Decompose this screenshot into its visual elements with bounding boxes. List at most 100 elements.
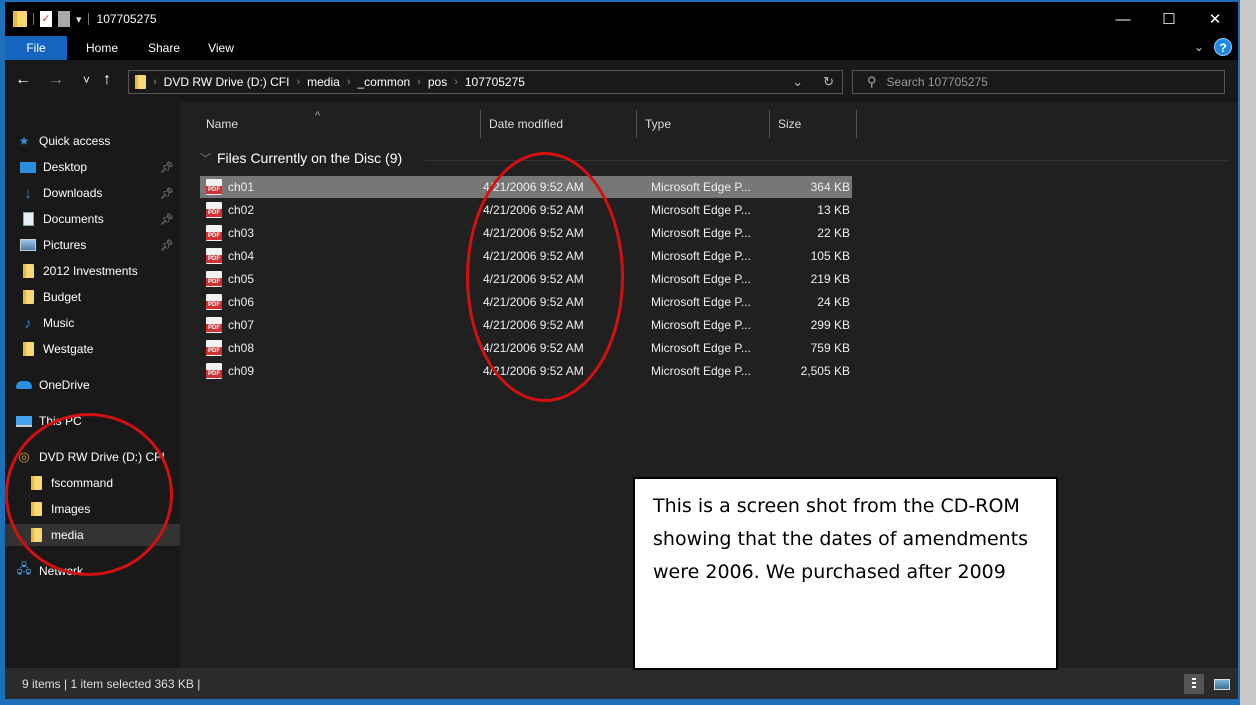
close-button[interactable]: ✕ (1192, 2, 1238, 36)
sidebar-dvd-drive[interactable]: ◎ DVD RW Drive (D:) CFI (5, 446, 180, 468)
column-divider[interactable] (856, 110, 857, 138)
file-name: ch05 (228, 272, 255, 286)
pin-icon[interactable]: 📌︎ (160, 161, 174, 174)
column-header-size[interactable]: Size (772, 110, 857, 138)
status-text: 9 items | 1 item selected 363 KB | (22, 677, 201, 691)
sidebar-item-documents[interactable]: Documents 📌︎ (5, 208, 180, 230)
tab-share[interactable]: Share (139, 36, 189, 60)
sidebar-network[interactable]: 🖧︎ Network (5, 560, 180, 582)
file-row[interactable]: PDF ch06 4/21/2006 9:52 AM Microsoft Edge P… (200, 291, 852, 313)
pdf-file-icon: PDF (206, 179, 222, 195)
large-icons-view-button[interactable] (1212, 674, 1232, 694)
sidebar-item-budget[interactable]: Budget (5, 286, 180, 308)
sidebar-item-downloads[interactable]: ↓ Downloads 📌︎ (5, 182, 180, 204)
address-dropdown-icon[interactable]: ⌄ (792, 74, 803, 90)
chevron-right-icon[interactable]: › (454, 76, 458, 88)
new-folder-icon[interactable] (58, 11, 70, 27)
sidebar-item-music[interactable]: ♪ Music (5, 312, 180, 334)
refresh-icon[interactable]: ↻ (823, 74, 834, 90)
breadcrumb-drive[interactable]: DVD RW Drive (D:) CFI (164, 75, 290, 89)
file-type: Microsoft Edge P... (651, 226, 751, 240)
column-header-name[interactable]: Name ^ (200, 110, 484, 138)
file-size: 299 KB (810, 318, 850, 332)
search-input[interactable]: Search 107705275 (887, 75, 988, 89)
sidebar-item-pictures[interactable]: Pictures 📌︎ (5, 234, 180, 256)
pin-icon[interactable]: 📌︎ (160, 213, 174, 226)
file-name-cell: PDF ch05 (206, 271, 254, 287)
up-button[interactable]: ↑ (103, 72, 111, 88)
sidebar-this-pc[interactable]: This PC (5, 410, 180, 432)
status-bar: 9 items | 1 item selected 363 KB | (5, 668, 1238, 705)
group-header[interactable]: ﹀ Files Currently on the Disc (9) (200, 150, 402, 166)
back-button[interactable]: ← (15, 72, 31, 88)
help-icon[interactable]: ? (1214, 38, 1232, 56)
column-divider[interactable] (480, 110, 481, 138)
customize-toolbar-dropdown-icon[interactable]: ▾ (76, 13, 82, 26)
details-view-icon (1192, 678, 1196, 690)
sidebar-quick-access[interactable]: ★ Quick access (5, 130, 180, 152)
forward-button[interactable]: → (48, 72, 64, 88)
sidebar-item-desktop[interactable]: Desktop 📌︎ (5, 156, 180, 178)
pin-icon[interactable]: 📌︎ (160, 187, 174, 200)
address-bar[interactable]: › DVD RW Drive (D:) CFI › media › _commo… (128, 70, 843, 94)
file-row[interactable]: PDF ch07 4/21/2006 9:52 AM Microsoft Edge P… (200, 314, 852, 336)
file-row[interactable]: PDF ch02 4/21/2006 9:52 AM Microsoft Edge P… (200, 199, 852, 221)
sidebar-item-westgate[interactable]: Westgate (5, 338, 180, 360)
tab-file[interactable]: File (5, 36, 67, 60)
maximize-button[interactable]: ☐ (1146, 2, 1192, 36)
pdf-file-icon: PDF (206, 363, 222, 379)
file-row[interactable]: PDF ch08 4/21/2006 9:52 AM Microsoft Edge P… (200, 337, 852, 359)
file-row[interactable]: PDF ch05 4/21/2006 9:52 AM Microsoft Edge P… (200, 268, 852, 290)
chevron-right-icon[interactable]: › (347, 76, 351, 88)
column-divider[interactable] (769, 110, 770, 138)
sidebar-item-label: Westgate (43, 342, 94, 356)
chevron-right-icon[interactable]: › (417, 76, 421, 88)
column-header-date[interactable]: Date modified (483, 110, 633, 138)
pdf-file-icon: PDF (206, 248, 222, 264)
file-row[interactable]: PDF ch04 4/21/2006 9:52 AM Microsoft Edge P… (200, 245, 852, 267)
minimize-button[interactable]: — (1100, 2, 1146, 36)
breadcrumb-common[interactable]: _common (357, 75, 410, 89)
large-icons-view-icon (1214, 678, 1230, 690)
chevron-right-icon[interactable]: › (153, 76, 157, 88)
file-name-cell: PDF ch03 (206, 225, 254, 241)
file-name: ch01 (228, 180, 255, 194)
breadcrumb-current[interactable]: 107705275 (465, 75, 525, 89)
desktop-icon (19, 161, 37, 173)
file-row[interactable]: PDF ch01 4/21/2006 9:52 AM Microsoft Edge P… (200, 176, 852, 198)
sidebar-item-label: Quick access (39, 134, 111, 148)
folder-icon (13, 11, 27, 27)
sidebar-item-label: Pictures (43, 238, 87, 252)
sidebar-item-images[interactable]: Images (5, 498, 180, 520)
sidebar-onedrive[interactable]: OneDrive (5, 374, 180, 396)
sidebar-item-fscommand[interactable]: fscommand (5, 472, 180, 494)
file-date: 4/21/2006 9:52 AM (483, 364, 584, 378)
column-divider[interactable] (636, 110, 637, 138)
sidebar-item-label: Network (39, 564, 84, 578)
sidebar-item-media[interactable]: media (5, 524, 180, 546)
pdf-file-icon: PDF (206, 225, 222, 241)
file-row[interactable]: PDF ch09 4/21/2006 9:52 AM Microsoft Edge P… (200, 360, 852, 382)
sidebar-item-2012-investments[interactable]: 2012 Investments (5, 260, 180, 282)
file-row[interactable]: PDF ch03 4/21/2006 9:52 AM Microsoft Edge P… (200, 222, 852, 244)
ribbon-controls: ⌄ ? (1194, 38, 1232, 56)
tab-home[interactable]: Home (77, 36, 127, 60)
collapse-chevron-icon[interactable]: ﹀ (200, 150, 211, 166)
file-date: 4/21/2006 9:52 AM (483, 341, 584, 355)
chevron-right-icon[interactable]: › (296, 76, 300, 88)
expand-ribbon-icon[interactable]: ⌄ (1194, 40, 1204, 54)
pin-icon[interactable]: 📌︎ (160, 239, 174, 252)
properties-icon[interactable]: ✓ (40, 11, 52, 27)
star-icon: ★ (18, 134, 30, 148)
recent-locations-button[interactable]: ˅ (83, 72, 90, 88)
tab-view[interactable]: View (199, 36, 243, 60)
search-box[interactable]: ⚲ Search 107705275 (852, 70, 1225, 94)
file-name-cell: PDF ch09 (206, 363, 254, 379)
breadcrumb-media[interactable]: media (307, 75, 340, 89)
column-header-type[interactable]: Type (639, 110, 769, 138)
sidebar-item-label: media (51, 528, 84, 542)
breadcrumb-pos[interactable]: pos (428, 75, 447, 89)
dvd-drive-icon: ◎ (18, 449, 30, 464)
details-view-button[interactable] (1184, 674, 1204, 694)
file-size: 22 KB (817, 226, 850, 240)
